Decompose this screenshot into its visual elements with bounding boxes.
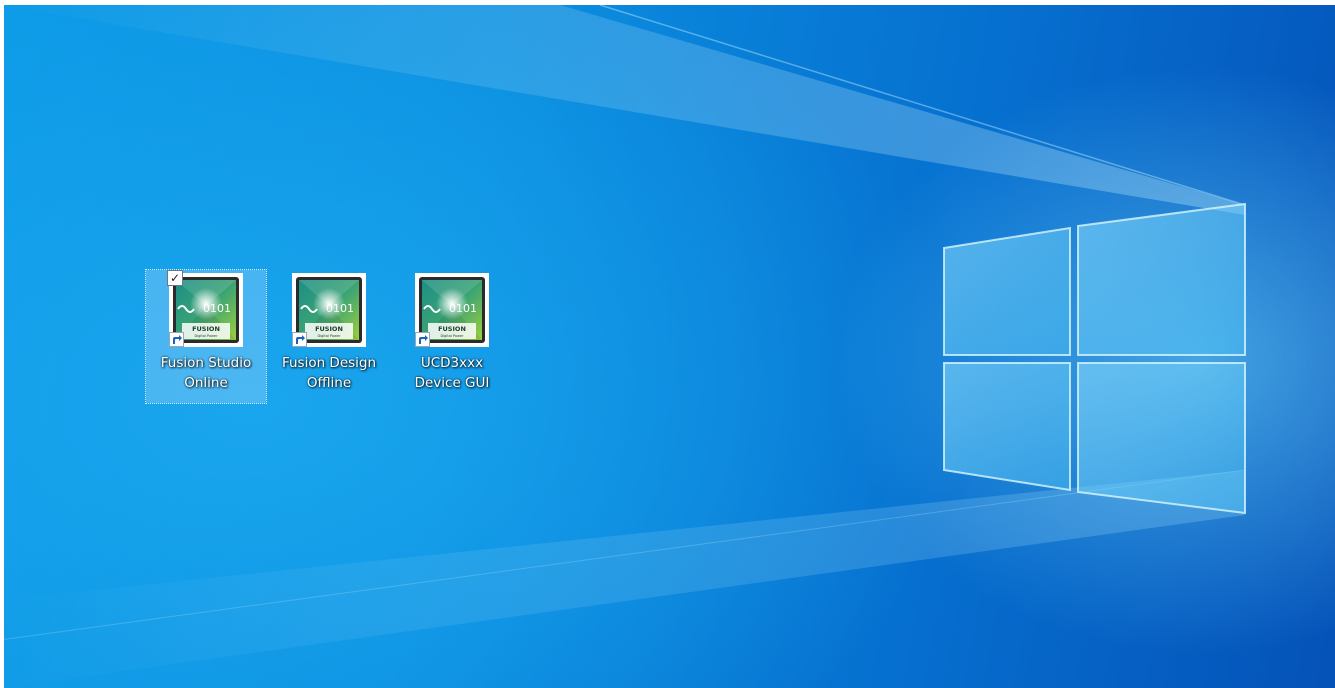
label-line-1: Fusion Studio [160, 355, 252, 371]
label-line-2: Offline [306, 375, 352, 391]
svg-text:0101: 0101 [203, 302, 231, 315]
desktop[interactable]: 0101 FUSION Digital Power ✓ Fusion Studi… [0, 0, 1335, 688]
screen-frame-top [0, 0, 1335, 5]
svg-text:FUSION: FUSION [192, 325, 220, 333]
desktop-icon-label: Fusion Design Offline [269, 353, 389, 393]
windows-logo-icon [943, 202, 1246, 515]
svg-text:Digital Power: Digital Power [440, 334, 464, 338]
shortcut-arrow-icon [415, 332, 430, 347]
desktop-icon-fusion-design-offline[interactable]: 0101 FUSION Digital Power Fusion Design … [269, 270, 389, 403]
fusion-digital-power-icon: 0101 FUSION Digital Power [415, 273, 489, 347]
selection-checkbox[interactable]: ✓ [167, 270, 183, 286]
fusion-digital-power-icon: 0101 FUSION Digital Power [292, 273, 366, 347]
svg-text:0101: 0101 [449, 302, 477, 315]
desktop-icon-fusion-studio-online[interactable]: 0101 FUSION Digital Power ✓ Fusion Studi… [145, 269, 267, 404]
label-line-2: Device GUI [414, 375, 490, 391]
label-line-1: Fusion Design [281, 355, 377, 371]
svg-text:FUSION: FUSION [315, 325, 343, 333]
shortcut-arrow-icon [292, 332, 307, 347]
screen-frame-left [0, 0, 4, 688]
desktop-icon-label: Fusion Studio Online [146, 353, 266, 393]
svg-text:Digital Power: Digital Power [317, 334, 341, 338]
fusion-digital-power-icon: 0101 FUSION Digital Power ✓ [167, 270, 243, 347]
shortcut-arrow-icon [169, 332, 184, 347]
label-line-1: UCD3xxx [420, 355, 484, 371]
label-line-2: Online [184, 375, 228, 391]
svg-text:FUSION: FUSION [438, 325, 466, 333]
svg-text:Digital Power: Digital Power [194, 334, 218, 338]
desktop-icon-ucd3xxx-device-gui[interactable]: 0101 FUSION Digital Power UCD3xxx Device… [392, 270, 512, 403]
desktop-icon-label: UCD3xxx Device GUI [392, 353, 512, 393]
svg-text:0101: 0101 [326, 302, 354, 315]
